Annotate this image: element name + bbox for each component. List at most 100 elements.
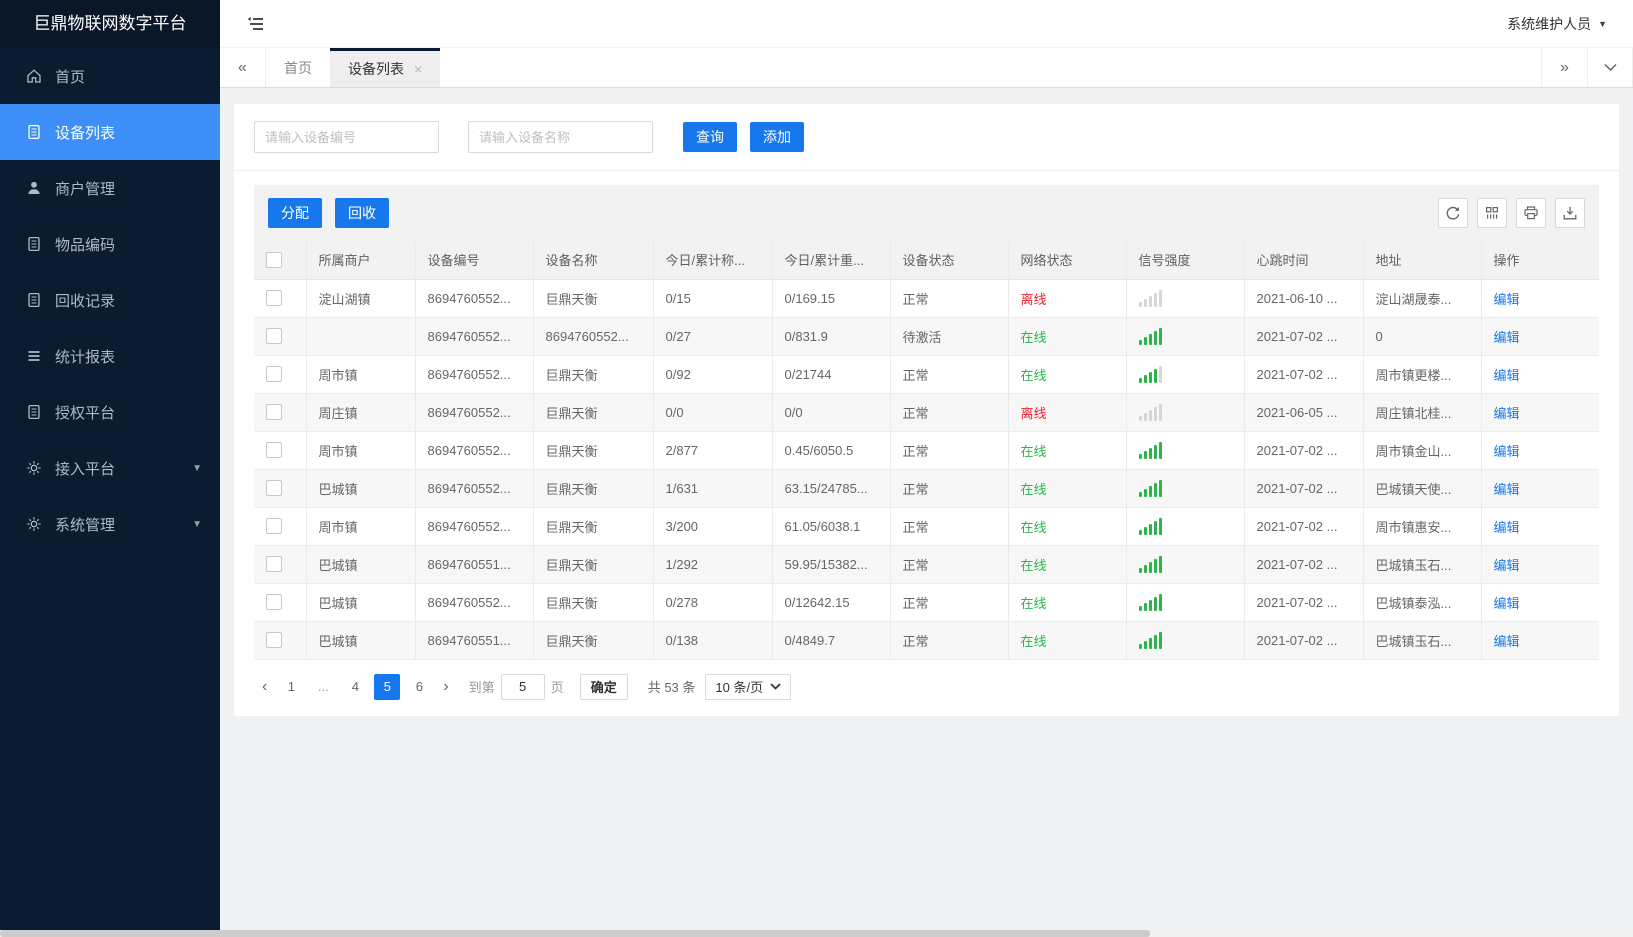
device-no-cell: 8694760551... (415, 545, 534, 584)
network-status: 在线 (1020, 633, 1047, 649)
table-row: 巴城镇 8694760551... 巨鼎天衡 1/292 59.95/15382... 正… (254, 545, 1599, 584)
sidebar-item-label: 首页 (55, 68, 86, 86)
sidebar-item-3[interactable]: 物品编码 (0, 216, 220, 272)
address-cell: 周庄镇北桂... (1363, 393, 1482, 432)
prev-page-icon[interactable]: ‹ (254, 678, 275, 696)
edit-link[interactable]: 编辑 (1494, 368, 1520, 383)
edit-link[interactable]: 编辑 (1494, 482, 1520, 497)
merchant-cell: 巴城镇 (306, 583, 416, 622)
row-checkbox[interactable] (266, 366, 282, 382)
row-checkbox[interactable] (266, 480, 282, 496)
row-checkbox[interactable] (266, 290, 282, 306)
tabs-dropdown-icon[interactable] (1587, 48, 1633, 87)
assign-button[interactable]: 分配 (268, 198, 322, 228)
goto-label: 到第 (468, 680, 495, 695)
row-checkbox[interactable] (266, 328, 282, 344)
column-header: 所属商户 (306, 241, 416, 280)
device-name-cell: 巨鼎天衡 (533, 621, 654, 660)
row-checkbox[interactable] (266, 594, 282, 610)
signal-strength-icon (1138, 441, 1232, 459)
confirm-button[interactable]: 确定 (579, 673, 628, 700)
weight-cell: 0/12642.15 (772, 583, 891, 622)
heartbeat-cell: 2021-07-02 ... (1244, 583, 1364, 622)
select-all-checkbox[interactable] (266, 251, 282, 268)
row-checkbox[interactable] (266, 404, 282, 420)
export-icon[interactable] (1555, 198, 1585, 228)
tabs-scroll-right-icon[interactable]: » (1541, 48, 1587, 87)
device-name-cell: 巨鼎天衡 (533, 583, 654, 622)
print-icon[interactable] (1516, 198, 1546, 228)
edit-link[interactable]: 编辑 (1494, 558, 1520, 573)
edit-link[interactable]: 编辑 (1494, 520, 1520, 535)
device-name-input[interactable] (468, 121, 653, 153)
horizontal-scrollbar[interactable] (0, 930, 1633, 937)
count-cell: 1/292 (653, 545, 773, 584)
count-cell: 0/27 (653, 317, 773, 356)
device-list-panel: 查询 添加 分配 回收 (234, 104, 1619, 716)
edit-link[interactable]: 编辑 (1494, 444, 1520, 459)
tabs-scroll-left-icon[interactable]: « (220, 48, 266, 87)
edit-link[interactable]: 编辑 (1494, 634, 1520, 649)
edit-link[interactable]: 编辑 (1494, 292, 1520, 307)
page-number[interactable]: 5 (374, 673, 401, 700)
sidebar-item-8[interactable]: 系统管理 ▼ (0, 496, 220, 552)
toggle-sidebar-icon[interactable] (246, 14, 266, 34)
tab-1[interactable]: 设备列表 × (330, 48, 441, 87)
address-cell: 周市镇惠安... (1363, 507, 1482, 546)
page-number[interactable]: 4 (342, 674, 368, 700)
recycle-button[interactable]: 回收 (335, 198, 389, 228)
device-name-cell: 巨鼎天衡 (533, 393, 654, 432)
column-header: 设备状态 (890, 241, 1009, 280)
pagination-pages: 1... 4 5 6 (275, 673, 435, 700)
heartbeat-cell: 2021-07-02 ... (1244, 469, 1364, 508)
row-checkbox[interactable] (266, 556, 282, 572)
goto-page-input[interactable] (500, 673, 545, 700)
merchant-cell: 周市镇 (306, 431, 416, 470)
sidebar-item-1[interactable]: 设备列表 (0, 104, 220, 160)
edit-link[interactable]: 编辑 (1494, 330, 1520, 345)
edit-link[interactable]: 编辑 (1494, 596, 1520, 611)
add-button[interactable]: 添加 (750, 122, 804, 152)
columns-icon[interactable] (1477, 198, 1507, 228)
table-row: 巴城镇 8694760551... 巨鼎天衡 0/138 0/4849.7 正常 在线 202… (254, 621, 1599, 660)
signal-strength-icon (1138, 479, 1232, 497)
page-size-select[interactable]: 10 条/页 (705, 673, 792, 700)
sidebar-item-label: 商户管理 (55, 180, 116, 198)
device-no-input[interactable] (254, 121, 439, 153)
content-area: 查询 添加 分配 回收 (220, 88, 1633, 930)
sidebar-item-4[interactable]: 回收记录 (0, 272, 220, 328)
network-status: 在线 (1020, 443, 1047, 459)
address-cell: 巴城镇天使... (1363, 469, 1482, 508)
column-header: 设备名称 (533, 241, 654, 280)
edit-link[interactable]: 编辑 (1494, 406, 1520, 421)
network-status: 在线 (1020, 367, 1047, 383)
sidebar-item-7[interactable]: 接入平台 ▼ (0, 440, 220, 496)
table-row: 8694760552... 8694760552... 0/27 0/831.9 待激活… (254, 317, 1599, 356)
row-checkbox[interactable] (266, 632, 282, 648)
merchant-cell: 巴城镇 (306, 621, 416, 660)
query-button[interactable]: 查询 (683, 122, 737, 152)
scrollbar-thumb[interactable] (0, 930, 1150, 937)
page-number[interactable]: 6 (406, 674, 432, 700)
signal-strength-icon (1138, 593, 1232, 611)
page-number[interactable]: 1 (278, 674, 304, 700)
count-cell: 0/278 (653, 583, 773, 622)
sidebar-item-0[interactable]: 首页 (0, 48, 220, 104)
weight-cell: 63.15/24785... (772, 469, 891, 508)
page-unit-label: 页 (550, 680, 564, 695)
sidebar-item-6[interactable]: 授权平台 (0, 384, 220, 440)
close-icon[interactable]: × (414, 61, 422, 77)
page-size-label: 10 条/页 (715, 680, 764, 695)
next-page-icon[interactable]: › (435, 678, 456, 696)
tab-0[interactable]: 首页 (266, 48, 330, 87)
weight-cell: 59.95/15382... (772, 545, 891, 584)
sidebar-item-5[interactable]: 统计报表 (0, 328, 220, 384)
row-checkbox[interactable] (266, 442, 282, 458)
action-band: 分配 回收 (254, 185, 1599, 241)
user-menu[interactable]: 系统维护人员 ▼ (1507, 14, 1607, 34)
device-name-cell: 8694760552... (533, 317, 654, 356)
row-checkbox[interactable] (266, 518, 282, 534)
sidebar-item-2[interactable]: 商户管理 (0, 160, 220, 216)
signal-strength-icon (1138, 517, 1232, 535)
refresh-icon[interactable] (1438, 198, 1468, 228)
